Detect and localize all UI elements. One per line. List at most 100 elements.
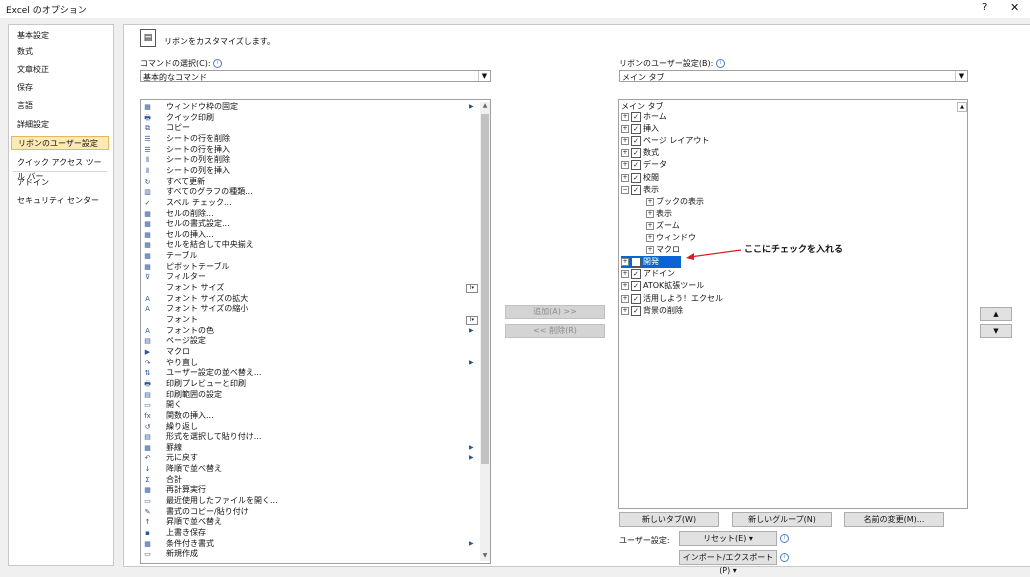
sidebar-item[interactable]: クイック アクセス ツール バー — [11, 156, 109, 181]
sidebar-item[interactable]: アドイン — [11, 176, 109, 190]
tab-checkbox[interactable]: ✓ — [631, 281, 641, 292]
scroll-up-icon[interactable]: ▲ — [957, 102, 967, 112]
sidebar-item[interactable]: セキュリティ センター — [11, 194, 109, 208]
expand-icon[interactable]: + — [621, 173, 629, 182]
sidebar-item[interactable]: 数式 — [11, 45, 109, 59]
import-export-button[interactable]: インポート/エクスポート(P) ▾ — [679, 550, 777, 575]
ribbon-select-combo[interactable]: メイン タブ ▼ — [619, 70, 968, 82]
add-button[interactable]: 追加(A) >> — [505, 305, 605, 319]
command-list-item[interactable]: ↻ すべて更新 — [143, 177, 475, 188]
command-select-combo[interactable]: 基本的なコマンド ▼ — [140, 70, 491, 82]
tab-checkbox[interactable]: ✓ — [631, 148, 641, 159]
command-list-item[interactable]: ▭ 開く — [143, 400, 475, 411]
tab-checkbox[interactable]: ✓ — [631, 112, 641, 122]
expand-icon[interactable]: + — [646, 221, 654, 230]
rename-button[interactable]: 名前の変更(M)... — [844, 512, 944, 527]
expand-icon[interactable]: + — [621, 113, 629, 121]
command-list-item[interactable]: ⊽ フィルター — [143, 272, 475, 283]
command-list-item[interactable]: ▦ ウィンドウ枠の固定 ▶ — [143, 102, 475, 113]
command-list-item[interactable]: ⧉ コピー — [143, 123, 475, 134]
scrollbar[interactable]: ▲ ▼ — [480, 102, 490, 561]
tab-checkbox[interactable]: ✓ — [631, 124, 641, 135]
expand-icon[interactable]: + — [621, 258, 629, 267]
tab-checkbox[interactable]: ✓ — [631, 293, 641, 304]
scroll-down-icon[interactable]: ▼ — [480, 552, 490, 561]
command-list-item[interactable]: ▦ ピボットテーブル — [143, 262, 475, 273]
command-list-item[interactable]: ▥ すべてのグラフの種類... — [143, 187, 475, 198]
command-list-item[interactable]: ✎ 書式のコピー/貼り付け — [143, 507, 475, 518]
command-list-item[interactable]: ▭ 最近使用したファイルを開く... — [143, 496, 475, 507]
command-list-item[interactable]: ▦ 罫線 ▶ — [143, 443, 475, 454]
expand-icon[interactable]: + — [621, 306, 629, 315]
sidebar-item[interactable]: 保存 — [11, 81, 109, 95]
command-list-item[interactable]: ▦ テーブル — [143, 251, 475, 262]
sidebar-item[interactable]: 言語 — [11, 99, 109, 113]
command-list-item[interactable]: ↶ 元に戻す ▶ — [143, 453, 475, 464]
command-list-item[interactable]: ☰ シートの行を挿入 — [143, 145, 475, 156]
tab-checkbox[interactable]: ✓ — [631, 269, 641, 280]
remove-button[interactable]: << 削除(R) — [505, 324, 605, 338]
command-list-item[interactable]: ☰ シートの行を削除 — [143, 134, 475, 145]
command-list-item[interactable]: フォント I▾ — [143, 315, 478, 326]
command-list-item[interactable]: ▤ ページ設定 — [143, 336, 475, 347]
command-list-item[interactable]: フォント サイズ I▾ — [143, 283, 478, 294]
help-button[interactable]: ? — [982, 2, 987, 13]
expand-icon[interactable]: + — [646, 246, 654, 255]
command-list-item[interactable]: ✓ スペル チェック... — [143, 198, 475, 209]
expand-icon[interactable]: + — [621, 137, 629, 146]
collapse-icon[interactable]: − — [621, 185, 629, 194]
expand-icon[interactable]: + — [621, 149, 629, 158]
tab-checkbox[interactable]: ✓ — [631, 160, 641, 171]
expand-icon[interactable]: + — [646, 234, 654, 242]
command-list-item[interactable]: ▦ セルの削除... — [143, 209, 475, 220]
tab-checkbox[interactable]: ✓ — [631, 136, 641, 147]
command-list-item[interactable]: ↑ 昇順で並べ替え — [143, 517, 475, 528]
ribbon-tree[interactable]: メイン タブ ▲ + ✓ ホーム + ✓ 挿入 + ✓ ページ レイアウト + ✓ 数式 + ✓ データ + ✓… — [618, 99, 968, 509]
command-list-item[interactable]: ▶ マクロ — [143, 347, 475, 358]
new-tab-button[interactable]: 新しいタブ(W) — [619, 512, 719, 527]
command-list-item[interactable]: ⇅ ユーザー設定の並べ替え... — [143, 368, 475, 379]
command-list-item[interactable]: ▪ 上書き保存 — [143, 528, 475, 539]
sidebar-item[interactable]: 文章校正 — [11, 63, 109, 77]
command-list-item[interactable]: 🖶 クイック印刷 — [143, 113, 475, 124]
expand-icon[interactable]: + — [621, 270, 629, 279]
command-list-item[interactable]: ↷ やり直し ▶ — [143, 358, 475, 369]
tab-checkbox[interactable]: ✓ — [631, 184, 641, 195]
command-list-item[interactable]: ↓ 降順で並べ替え — [143, 464, 475, 475]
expand-icon[interactable]: + — [621, 294, 629, 303]
tab-checkbox[interactable]: ✓ — [631, 305, 641, 316]
new-group-button[interactable]: 新しいグループ(N) — [732, 512, 832, 527]
expand-icon[interactable]: + — [621, 125, 629, 134]
move-down-button[interactable]: ▼ — [980, 324, 1012, 338]
tab-checkbox[interactable] — [631, 257, 641, 268]
sidebar-item[interactable]: 詳細設定 — [11, 118, 109, 132]
command-list-item[interactable]: ▦ 再計算実行 — [143, 485, 475, 496]
expand-icon[interactable]: + — [621, 282, 629, 291]
close-button[interactable]: ✕ — [1010, 1, 1019, 14]
sidebar-item[interactable]: 基本設定 — [11, 29, 109, 43]
command-list-item[interactable]: ▭ 新規作成 — [143, 549, 475, 560]
scroll-up-icon[interactable]: ▲ — [480, 102, 490, 111]
command-list[interactable]: ▲ ▼ ▦ ウィンドウ枠の固定 ▶ 🖶 クイック印刷 ⧉ コピー ☰ シートの行を削除 ☰ シートの… — [140, 99, 491, 564]
chevron-down-icon[interactable]: ▼ — [478, 71, 490, 81]
command-list-item[interactable]: ▦ セルの書式設定... — [143, 219, 475, 230]
command-list-item[interactable]: ▦ セルの挿入... — [143, 230, 475, 241]
sidebar-item[interactable]: リボンのユーザー設定 — [11, 136, 109, 150]
move-up-button[interactable]: ▲ — [980, 307, 1012, 321]
command-list-item[interactable]: A フォント サイズの縮小 — [143, 304, 475, 315]
expand-icon[interactable]: + — [646, 209, 654, 218]
scroll-thumb[interactable] — [481, 114, 489, 464]
command-list-item[interactable]: A フォント サイズの拡大 — [143, 294, 475, 305]
command-list-item[interactable]: ↺ 繰り返し — [143, 422, 475, 433]
command-list-item[interactable]: ⫴ シートの列を削除 — [143, 155, 475, 166]
command-list-item[interactable]: ▦ セルを結合して中央揃え — [143, 240, 475, 251]
command-list-item[interactable]: ▦ 条件付き書式 ▶ — [143, 539, 475, 550]
command-list-item[interactable]: fx 関数の挿入... — [143, 411, 475, 422]
command-list-item[interactable]: 🖶 印刷プレビューと印刷 — [143, 379, 475, 390]
tab-checkbox[interactable]: ✓ — [631, 172, 641, 183]
command-list-item[interactable]: ⫴ シートの列を挿入 — [143, 166, 475, 177]
command-list-item[interactable]: Σ 合計 — [143, 475, 475, 486]
expand-icon[interactable]: + — [646, 197, 654, 206]
tree-item[interactable]: + 開発 — [621, 256, 681, 269]
command-list-item[interactable]: ▤ 印刷範囲の設定 — [143, 390, 475, 401]
